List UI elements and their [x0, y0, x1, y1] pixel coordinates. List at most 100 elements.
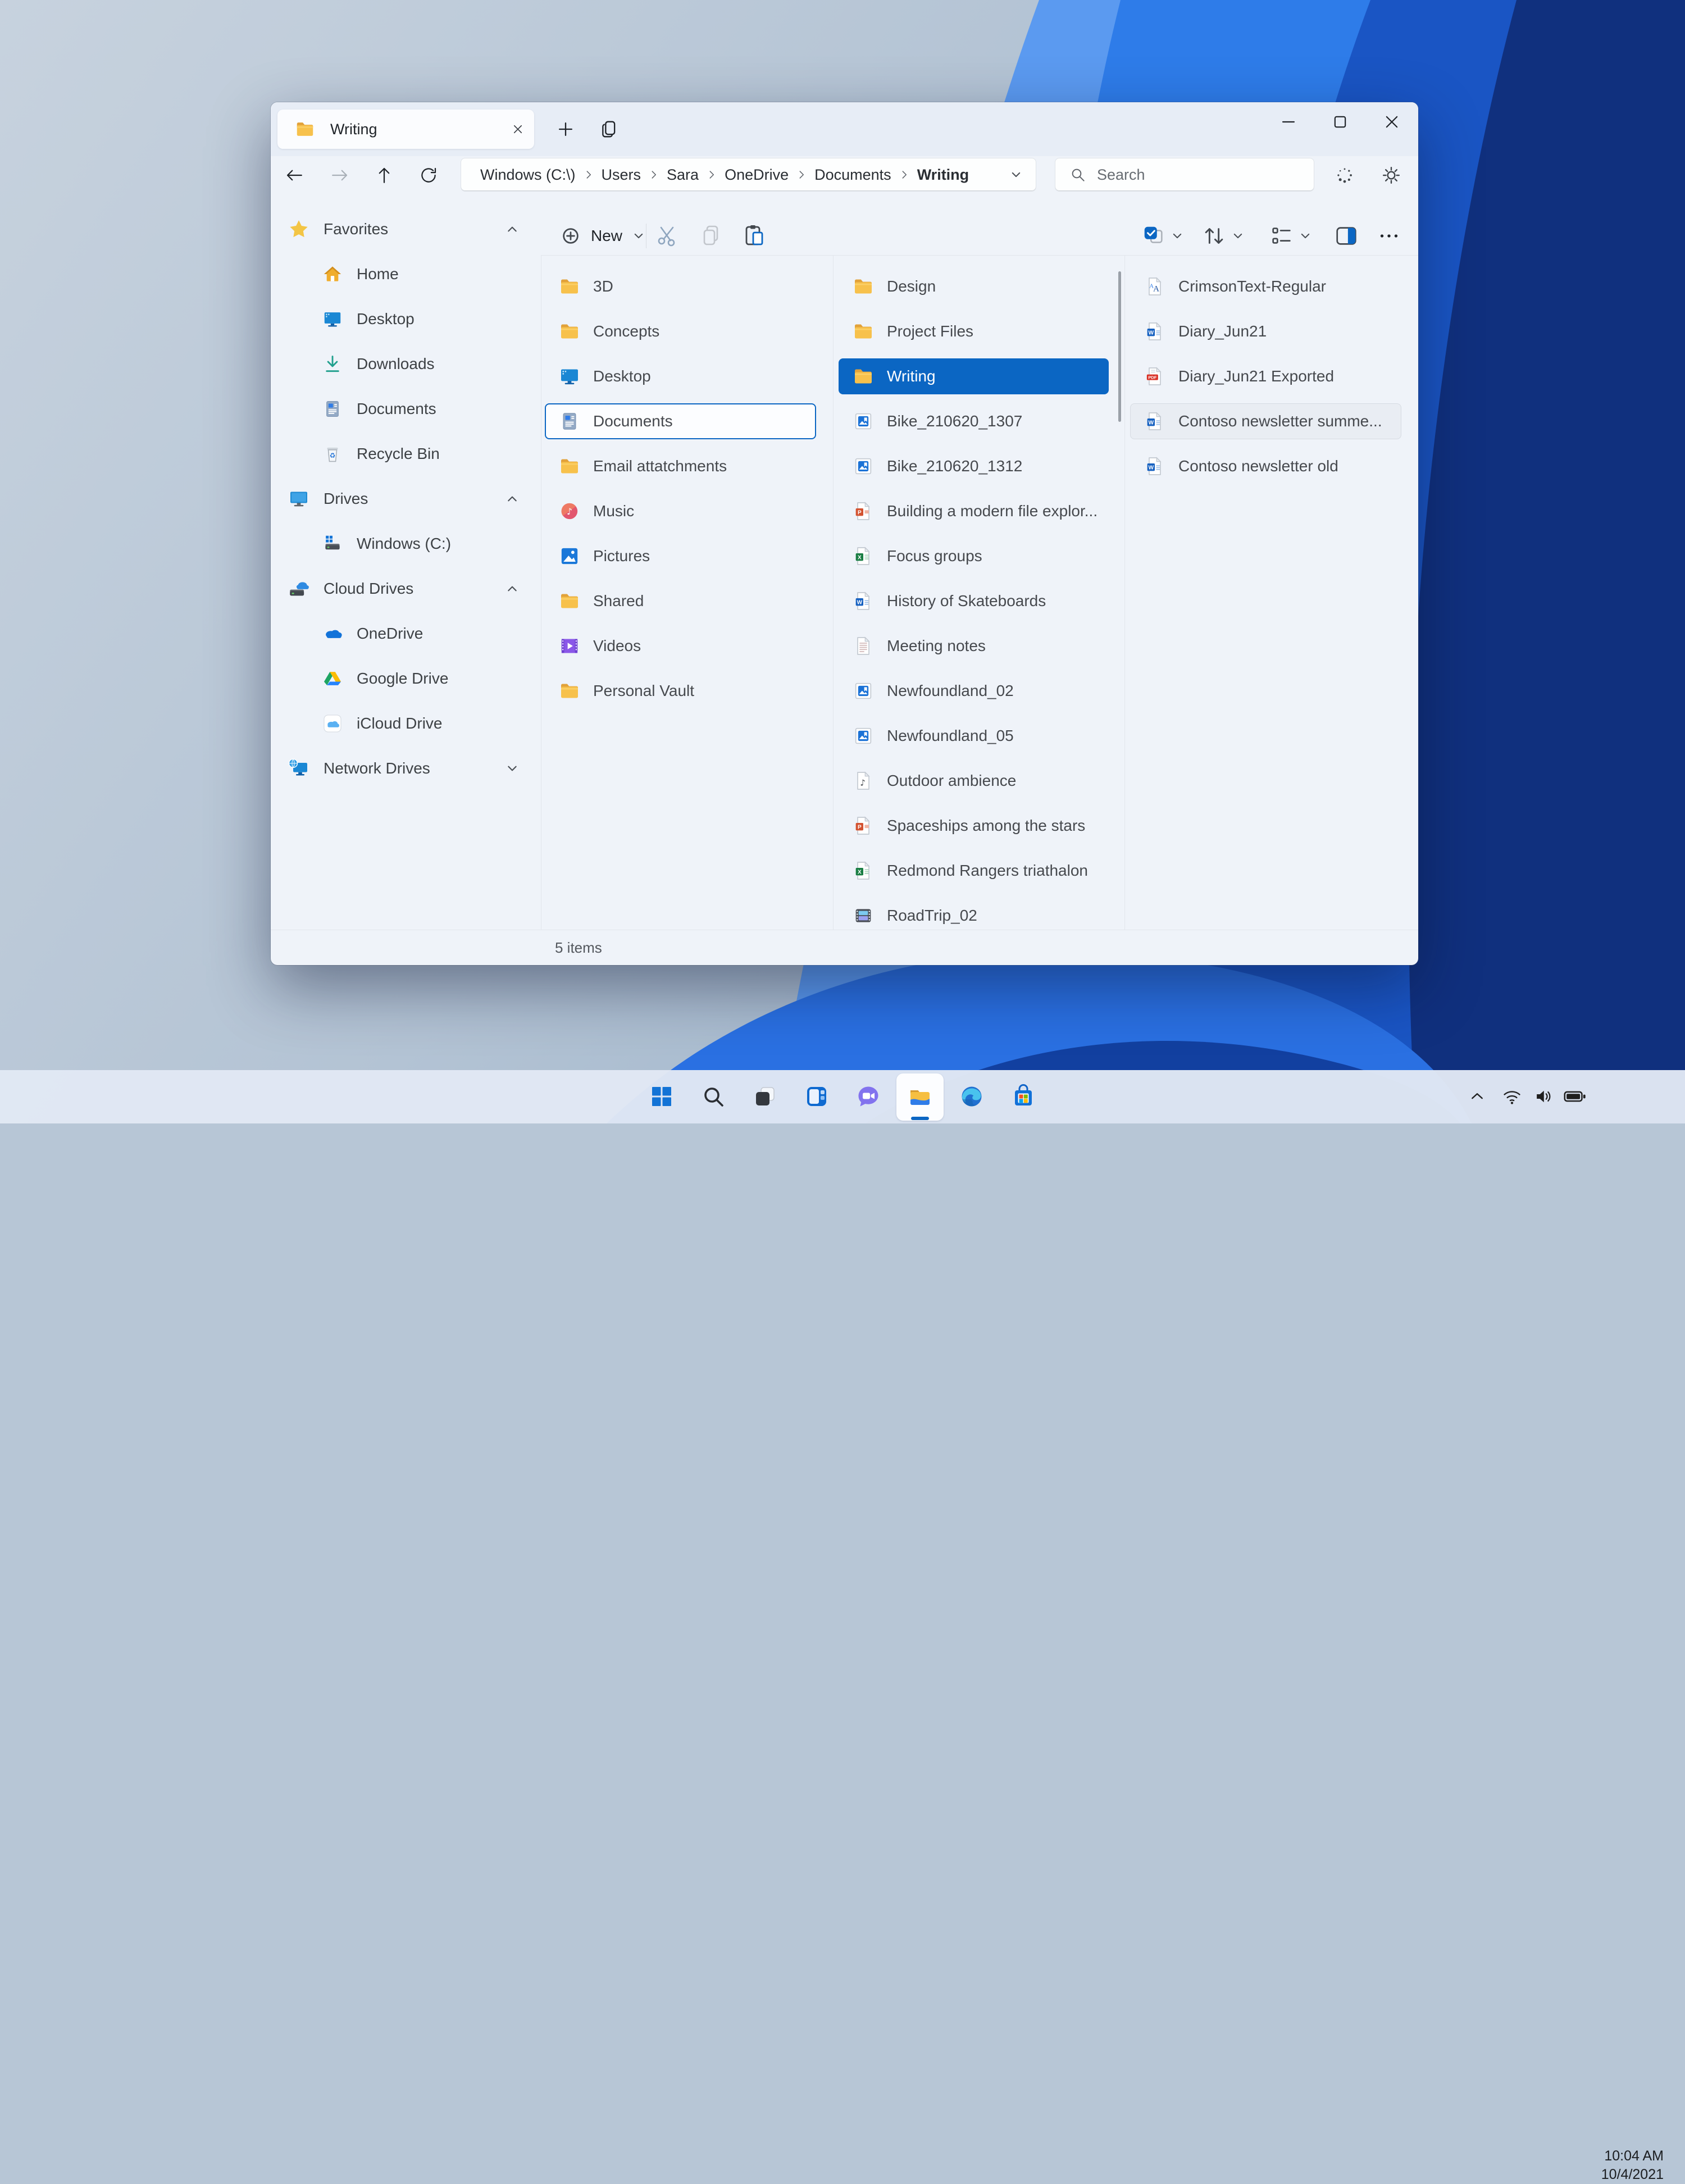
close-button[interactable]	[1373, 107, 1410, 137]
breadcrumb-segment-writing[interactable]: Writing	[914, 165, 972, 185]
file-row-crimsontext-regular[interactable]: AACrimsonText-Regular	[1130, 269, 1401, 304]
file-row-concepts[interactable]: Concepts	[545, 313, 816, 349]
file-row-spaceships-among-the-stars[interactable]: PSpaceships among the stars	[839, 808, 1109, 844]
tray-battery-button[interactable]	[1563, 1085, 1587, 1108]
taskbar-chat-button[interactable]	[855, 1083, 882, 1110]
file-row-outdoor-ambience[interactable]: ♪Outdoor ambience	[839, 763, 1109, 799]
tab-overview-button[interactable]	[595, 115, 624, 144]
file-row-project-files[interactable]: Project Files	[839, 313, 1109, 349]
taskbar-store-button[interactable]	[1010, 1083, 1037, 1110]
breadcrumb-segment-windows-c[interactable]: Windows (C:\)	[477, 165, 579, 185]
file-row-building-a-modern-file-explor[interactable]: PBuilding a modern file explor...	[839, 493, 1109, 529]
new-tab-button[interactable]	[551, 115, 580, 144]
tab-close-icon[interactable]	[509, 121, 526, 138]
sidebar-section-favorites[interactable]: Favorites	[271, 207, 540, 252]
chevron-down-icon[interactable]	[1008, 166, 1024, 183]
refresh-icon[interactable]	[418, 165, 439, 185]
tab-writing[interactable]: Writing	[277, 110, 534, 149]
taskbar-widgets-button[interactable]	[803, 1083, 830, 1110]
tab-stack-icon[interactable]	[598, 118, 621, 140]
max-icon[interactable]	[1329, 111, 1351, 133]
select-all-button[interactable]	[1141, 223, 1167, 249]
file-row-newfoundland-02[interactable]: Newfoundland_02	[839, 673, 1109, 709]
chevron-right-sep-icon[interactable]	[897, 167, 912, 182]
file-row-shared[interactable]: Shared	[545, 583, 816, 619]
file-row-bike-210620-1312[interactable]: Bike_210620_1312	[839, 448, 1109, 484]
up-button[interactable]	[372, 163, 397, 188]
file-row-music[interactable]: ♪Music	[545, 493, 816, 529]
paste-button[interactable]	[741, 222, 768, 249]
close-icon[interactable]	[1381, 111, 1403, 133]
forward-button[interactable]	[327, 163, 352, 188]
word-file-icon: W	[1144, 320, 1166, 343]
file-row-writing[interactable]: Writing	[839, 358, 1109, 394]
tray-volume-button[interactable]	[1532, 1085, 1555, 1108]
taskbar-task-view-button[interactable]	[752, 1083, 778, 1110]
breadcrumb-segment-documents[interactable]: Documents	[811, 165, 895, 185]
file-row-design[interactable]: Design	[839, 269, 1109, 304]
file-row-desktop[interactable]: Desktop	[545, 358, 816, 394]
chevron-up-icon[interactable]	[503, 220, 521, 238]
folder-icon	[852, 365, 875, 388]
min-icon[interactable]	[1277, 111, 1300, 133]
chevron-right-sep-icon[interactable]	[794, 167, 809, 182]
file-row-roadtrip-02[interactable]: RoadTrip_02	[839, 898, 1109, 930]
maximize-button[interactable]	[1322, 107, 1359, 137]
new-button[interactable]: New	[550, 219, 655, 253]
sort-button[interactable]	[1201, 223, 1227, 249]
view-list-button[interactable]	[1269, 223, 1295, 249]
taskbar-search-button[interactable]	[700, 1083, 727, 1110]
cut-button[interactable]	[654, 222, 681, 249]
file-row-email-attatchments[interactable]: Email attatchments	[545, 448, 816, 484]
taskbar-clock[interactable]: 10:04 AM 10/4/2021	[1567, 2147, 1664, 2184]
settings-gear-button[interactable]	[1379, 163, 1404, 188]
taskbar-file-explorer-button[interactable]	[907, 1083, 933, 1110]
file-row-pictures[interactable]: Pictures	[545, 538, 816, 574]
file-row-contoso-newsletter-summe[interactable]: WContoso newsletter summe...	[1130, 403, 1401, 439]
breadcrumb-segment-onedrive[interactable]: OneDrive	[721, 165, 792, 185]
chevron-right-sep-icon[interactable]	[581, 167, 596, 182]
file-row-focus-groups[interactable]: XFocus groups	[839, 538, 1109, 574]
search-box[interactable]: Search	[1055, 158, 1314, 192]
breadcrumb-segment-sara[interactable]: Sara	[663, 165, 702, 185]
file-row-contoso-newsletter-old[interactable]: WContoso newsletter old	[1130, 448, 1401, 484]
minimize-button[interactable]	[1270, 107, 1307, 137]
breadcrumb-segment-users[interactable]: Users	[598, 165, 645, 185]
taskbar-edge-button[interactable]	[958, 1083, 985, 1110]
file-row-meeting-notes[interactable]: Meeting notes	[839, 628, 1109, 664]
tab-plus-icon[interactable]	[554, 118, 577, 140]
sync-spinner-icon[interactable]	[1332, 163, 1357, 188]
file-row-3d[interactable]: 3D	[545, 269, 816, 304]
sync-spinner-icon[interactable]	[1334, 165, 1355, 186]
folder-icon	[558, 590, 581, 612]
file-row-personal-vault[interactable]: Personal Vault	[545, 673, 816, 709]
file-row-history-of-skateboards[interactable]: WHistory of Skateboards	[839, 583, 1109, 619]
taskbar-start-button[interactable]	[648, 1083, 675, 1110]
file-row-bike-210620-1307[interactable]: Bike_210620_1307	[839, 403, 1109, 439]
chevron-right-sep-icon[interactable]	[646, 167, 661, 182]
file-row-videos[interactable]: Videos	[545, 628, 816, 664]
file-row-diary-jun21-exported[interactable]: PDFDiary_Jun21 Exported	[1130, 358, 1401, 394]
file-row-documents[interactable]: Documents	[545, 403, 816, 439]
gear-icon[interactable]	[1381, 165, 1402, 186]
file-row-newfoundland-05[interactable]: Newfoundland_05	[839, 718, 1109, 754]
chevron-down-icon[interactable]	[1229, 228, 1246, 244]
address-bar[interactable]: Windows (C:\) Users Sara OneDrive Documents W…	[461, 158, 1036, 192]
back-icon[interactable]	[284, 165, 304, 185]
copy-button[interactable]	[698, 222, 725, 249]
panes-button[interactable]	[1333, 223, 1359, 249]
back-button[interactable]	[282, 163, 307, 188]
up-icon[interactable]	[374, 165, 394, 185]
ellipsis-button[interactable]	[1376, 223, 1402, 249]
ppt-file-icon: P	[852, 500, 875, 522]
file-row-redmond-rangers-triathalon[interactable]: XRedmond Rangers triathalon	[839, 853, 1109, 889]
file-row-diary-jun21[interactable]: WDiary_Jun21	[1130, 313, 1401, 349]
refresh-button[interactable]	[416, 163, 441, 188]
chevron-right-sep-icon[interactable]	[704, 167, 719, 182]
scrollbar-thumb[interactable]	[1118, 271, 1121, 422]
chevron-down-icon[interactable]	[1297, 228, 1314, 244]
forward-icon[interactable]	[330, 165, 350, 185]
tray-wifi-button[interactable]	[1500, 1085, 1524, 1108]
chevron-down-icon[interactable]	[1169, 228, 1186, 244]
tray-chevron-up-button[interactable]	[1465, 1085, 1489, 1108]
